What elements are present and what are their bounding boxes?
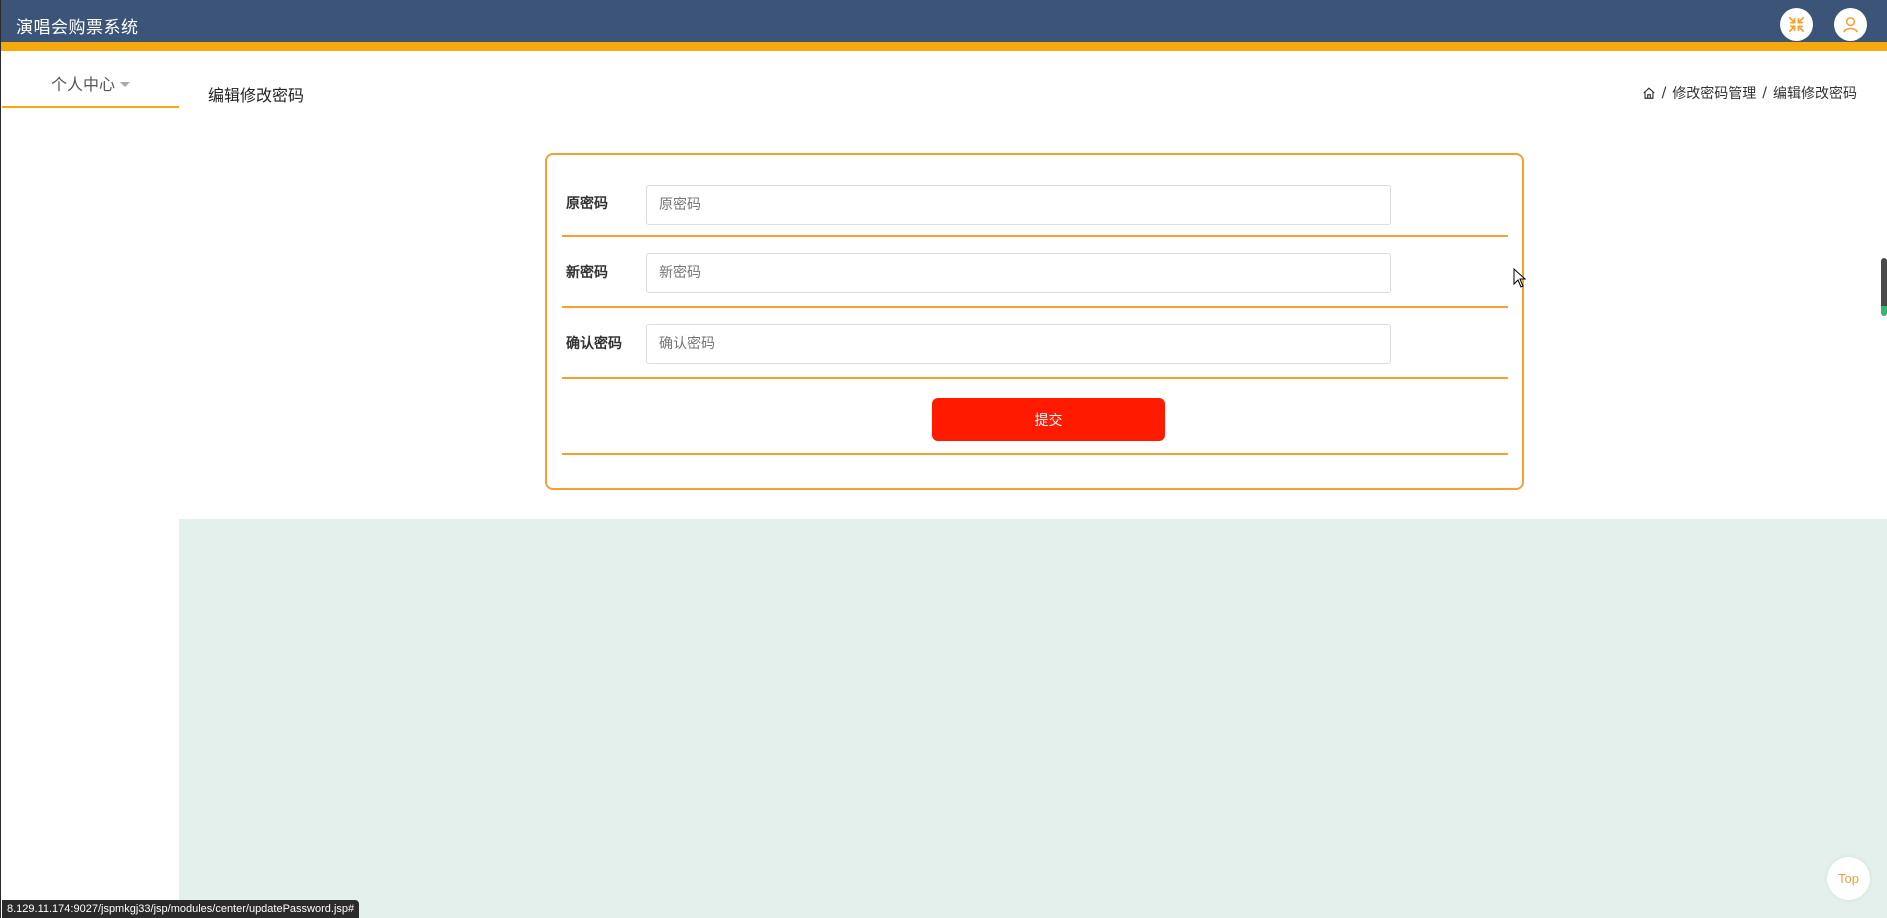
page-title: 编辑修改密码	[208, 86, 305, 105]
new-password-input[interactable]	[646, 253, 1391, 293]
content-background	[179, 519, 1887, 918]
confirm-password-label: 确认密码	[566, 335, 622, 352]
breadcrumb-separator: /	[1661, 85, 1667, 101]
breadcrumb-current: 编辑修改密码	[1773, 86, 1857, 102]
form-row-new-password: 新密码	[562, 237, 1508, 308]
submit-button[interactable]: 提交	[932, 398, 1165, 441]
fullscreen-exit-icon	[1788, 16, 1805, 33]
back-to-top-button[interactable]: Top	[1827, 857, 1870, 900]
top-header: 演唱会购票系统	[1, 0, 1887, 51]
scrollbar-thumb[interactable]	[1881, 258, 1887, 316]
app-title: 演唱会购票系统	[16, 18, 139, 38]
new-password-label: 新密码	[566, 264, 608, 281]
form-row-actions: 提交	[562, 379, 1508, 455]
breadcrumb-separator: /	[1762, 85, 1767, 101]
form-row-old-password: 原密码	[562, 155, 1508, 237]
caret-down-icon	[120, 81, 130, 87]
sidebar-item-label: 个人中心	[50, 75, 115, 94]
sidebar-item-personal-center[interactable]: 个人中心	[2, 60, 179, 108]
confirm-password-input[interactable]	[646, 324, 1391, 364]
old-password-label: 原密码	[566, 195, 608, 212]
form-row-confirm-password: 确认密码	[562, 308, 1508, 379]
status-bar-url: 8.129.11.174:9027/jspmkgj33/jsp/modules/…	[2, 900, 360, 918]
fullscreen-button[interactable]	[1780, 8, 1813, 41]
breadcrumb-password-management[interactable]: 修改密码管理	[1672, 83, 1756, 103]
home-icon[interactable]	[1642, 86, 1656, 100]
mouse-cursor-icon	[1513, 268, 1527, 288]
old-password-input[interactable]	[646, 185, 1391, 225]
app-window: 演唱会购票系统 个人中心 编辑修改密码 / 修改密码管理 / 编辑修改密码 原密…	[0, 0, 1887, 918]
password-form-card: 原密码 新密码 确认密码 提交	[545, 153, 1524, 490]
user-menu-button[interactable]	[1834, 8, 1867, 41]
sidebar: 个人中心	[2, 51, 179, 918]
breadcrumb: / 修改密码管理 / 编辑修改密码	[1642, 83, 1857, 103]
user-icon	[1843, 17, 1858, 33]
